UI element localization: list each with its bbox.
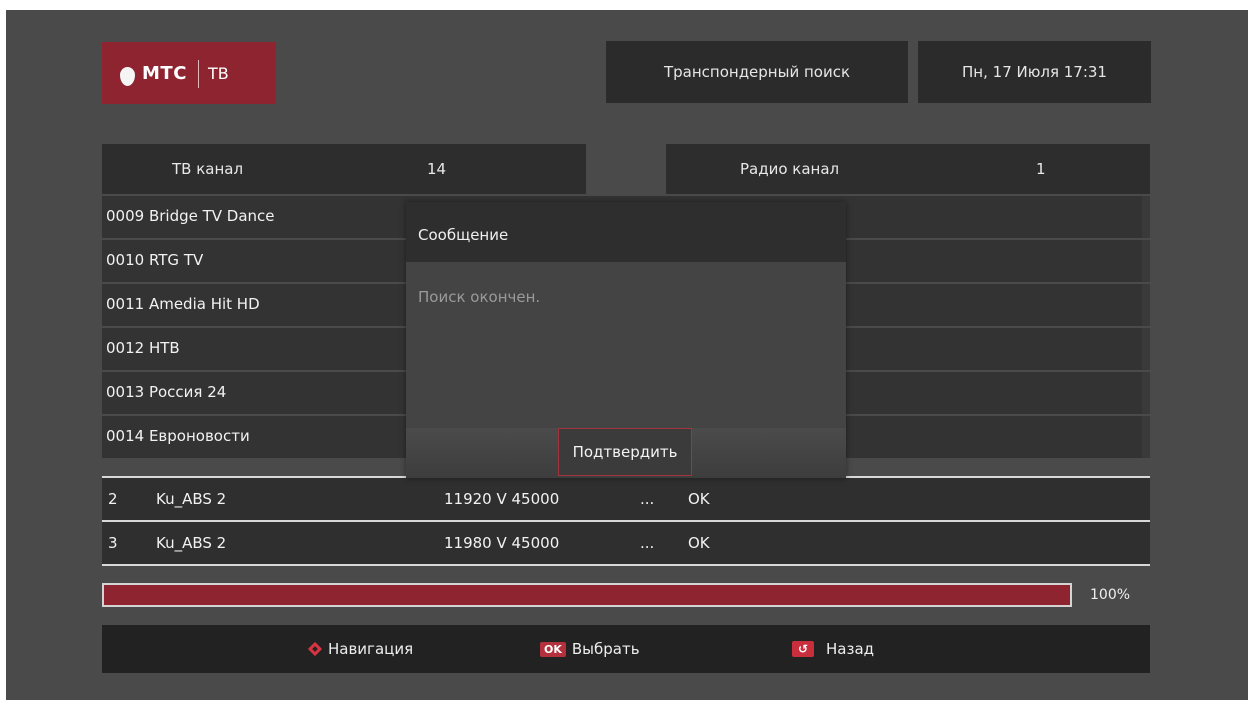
transponder-status: OK [688,490,710,508]
confirm-button[interactable]: Подтвердить [558,428,692,476]
tv-channel-count-header: ТВ канал 14 [102,144,586,194]
hint-bar: Навигация OK Выбрать ↺ Назад [102,625,1150,673]
dpad-icon [308,642,322,656]
transponder-frequency: 11980 V 45000 [444,534,560,552]
transponder-dots: ... [640,490,655,508]
transponder-frequency: 11920 V 45000 [444,490,560,508]
ok-key-icon: OK [540,641,566,657]
row-edge [1142,196,1150,238]
mts-tv-logo: МТС ТВ [102,42,276,104]
logo-product-text: ТВ [208,64,229,83]
row-edge [1142,416,1150,458]
tv-channel-label: ТВ канал [172,160,244,178]
channel-label: 0012 НТВ [106,339,180,357]
satellite-name: Ku_ABS 2 [156,490,227,508]
channel-label: 0011 Amedia Hit HD [106,295,260,313]
row-edge [1142,328,1150,370]
radio-channel-count-header: Радио канал 1 [666,144,1150,194]
satellite-name: Ku_ABS 2 [156,534,227,552]
logo-brand-text: МТС [142,63,187,84]
hint-select-label: Выбрать [571,640,640,658]
date-time: Пн, 17 Июля 17:31 [918,41,1151,103]
row-edge [1142,240,1150,282]
scan-progress-bar [102,583,1072,607]
channel-label: 0009 Bridge TV Dance [106,207,275,225]
transponder-number: 2 [108,490,118,508]
search-mode-title: Транспондерный поиск [606,41,908,103]
hint-navigation: Навигация [308,625,413,673]
transponder-dots: ... [640,534,655,552]
transponder-row: 3 Ku_ABS 2 11980 V 45000 ... OK [102,520,1150,564]
dialog-title: Сообщение [418,226,509,244]
channel-label: 0010 RTG TV [106,251,204,269]
scan-progress-fill [104,585,1070,605]
logo-divider [198,60,199,88]
hint-navigation-label: Навигация [328,640,414,658]
row-edge [1142,372,1150,414]
dialog-message: Поиск окончен. [418,288,541,306]
tv-channel-count: 14 [427,160,447,178]
message-dialog: Сообщение Поиск окончен. Подтвердить [406,202,846,478]
transponder-row: 2 Ku_ABS 2 11920 V 45000 ... OK [102,476,1150,520]
back-key-icon: ↺ [792,641,814,657]
channel-label: 0014 Евроновости [106,427,250,445]
divider [102,564,1150,566]
mts-egg-icon [120,67,135,86]
hint-back-label: Назад [826,640,875,658]
radio-channel-label: Радио канал [740,160,840,178]
hint-back: ↺ Назад [792,625,874,673]
channel-label: 0013 Россия 24 [106,383,227,401]
transponder-status: OK [688,534,710,552]
scan-progress-percent: 100% [1090,587,1131,603]
transponder-number: 3 [108,534,118,552]
row-edge [1142,284,1150,326]
hint-select: OK Выбрать [540,625,640,673]
dialog-title-bar: Сообщение [406,202,846,262]
radio-channel-count: 1 [1036,160,1046,178]
